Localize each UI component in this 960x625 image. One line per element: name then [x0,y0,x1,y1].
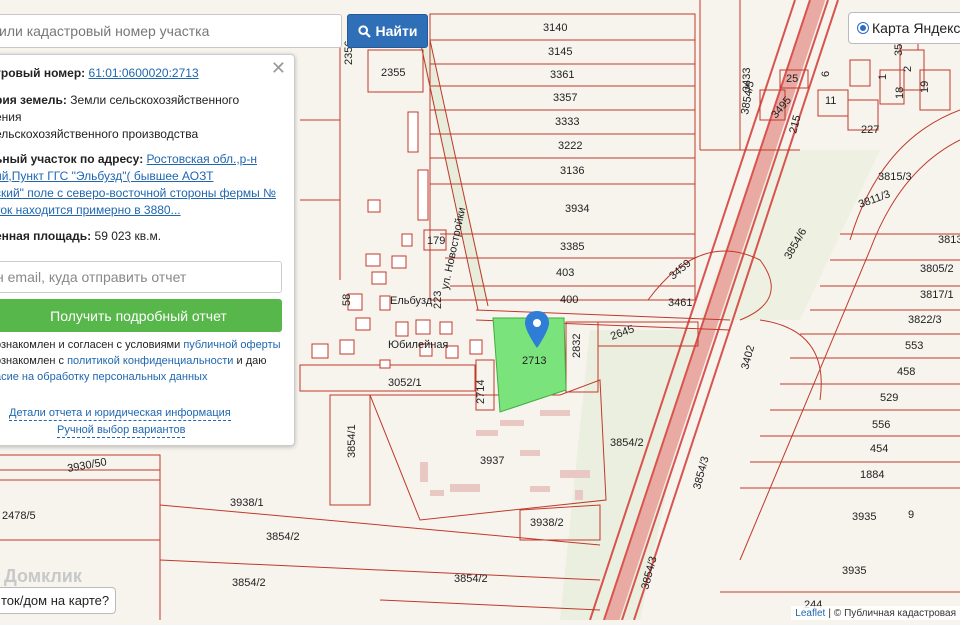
plot-number-label: 3813 [938,234,960,246]
find-button-label: Найти [375,23,418,39]
get-report-button[interactable]: Получить подробный отчет [0,299,282,332]
plot-number-label: 3935 [852,511,876,523]
plot-number-label: 3805/2 [920,263,954,275]
plot-number-label: 6 [820,71,832,77]
search-input[interactable] [0,15,341,47]
plot-number-label: 3145 [548,46,572,58]
plot-number-label: 403 [556,267,574,279]
email-input[interactable] [0,262,281,292]
plot-number-label: 3934 [565,203,589,215]
plot-number-label: 556 [872,419,890,431]
map-layer-switch[interactable]: Карта Яндекс [848,12,960,44]
attribution-text: © Публичная кадастровая [833,607,956,619]
domclick-watermark: Домклик [4,566,82,586]
plot-number-label: 3136 [560,165,584,177]
plot-number-label: 3433 [741,68,753,92]
plot-number-label: 3333 [555,116,579,128]
plot-number-label: 3052/1 [388,377,422,389]
plot-number-label: 223 [432,291,444,309]
plot-number-label: 3385 [560,241,584,253]
public-offer-link[interactable]: публичной оферты [183,339,280,351]
close-icon[interactable]: ✕ [271,59,286,77]
agreement-text-2: ознакомлен с [0,355,65,367]
selected-plot-label: 2713 [522,355,546,367]
plot-number-label: 9 [908,509,914,521]
plot-number-label: 2478/5 [2,510,36,522]
plot-number-label: 3938/2 [530,517,564,529]
plot-number-label: 58 [341,294,353,306]
address-link-1[interactable]: Ростовская обл.,р-н [147,152,257,166]
plot-number-label: 1 [877,74,889,80]
email-field[interactable] [0,261,282,293]
plot-number-label: 3854/2 [232,577,266,589]
plot-number-label: 3854/1 [346,424,358,458]
parcel-info-panel: ✕ тровый номер: 61:01:0600020:2713 рия з… [0,54,295,446]
land-category-label: рия земель: [0,93,67,107]
plot-number-label: 3937 [480,455,504,467]
plot-number-label: 3461 [668,297,692,309]
plot-number-label: 3361 [550,69,574,81]
personal-data-link[interactable]: асие на обработку персональных данных [0,369,207,385]
search-icon [357,24,371,38]
plot-number-label: 11 [825,95,836,107]
area-label: енная площадь: [0,229,92,243]
village-label: Ельбузд [390,295,433,307]
find-button[interactable]: Найти [347,14,428,48]
agreement-text-2-tail: и даю [236,355,267,367]
land-category-value-2: ения [0,110,22,124]
search-field[interactable] [0,14,342,48]
plot-number-label: 3854/2 [610,437,644,449]
plot-number-label: 18 [894,87,906,99]
plot-number-label: 1884 [860,469,884,481]
plot-number-label: 3815/3 [878,171,912,183]
cadastral-number-label: тровый номер: [0,66,86,80]
land-category-value: Земли сельскохозяйственного [70,93,240,107]
map-attribution: Leaflet | © Публичная кадастровая [791,606,960,620]
manual-choice-link[interactable]: Ручной выбор вариантов [57,424,186,438]
plot-number-label: 25 [786,73,798,85]
plot-number-label: 553 [905,340,923,352]
plot-number-label: 179 [427,235,445,247]
plot-number-label: 458 [897,366,915,378]
plot-number-label: 2 [902,66,914,72]
attribution-separator: | [828,607,831,619]
plot-number-label: 3817/1 [920,289,954,301]
privacy-policy-link[interactable]: политикой конфиденциальности [67,355,233,367]
report-details-link[interactable]: Детали отчета и юридическая информация [9,407,231,421]
plot-number-label: 2832 [571,334,583,358]
street-label-2: Юбилейная [388,339,448,351]
plot-number-label: 3140 [543,22,567,34]
area-value: 59 023 кв.м. [94,229,162,243]
find-plot-question-button[interactable]: ток/дом на карте? [0,587,116,614]
address-label: ьный участок по адресу: [0,152,144,166]
plot-number-label: 3222 [558,140,582,152]
plot-number-label: 3938/1 [230,497,264,509]
plot-number-label: 3854/2 [266,531,300,543]
plot-number-label: 3935 [842,565,866,577]
plot-number-label: 3822/3 [908,314,942,326]
plot-number-label: 2714 [475,380,487,404]
plot-number-label: 227 [861,124,879,136]
plot-number-label: 3357 [553,92,577,104]
address-link-4[interactable]: ток находится примерно в 3880... [0,202,181,220]
radio-selected-icon[interactable] [857,22,869,34]
land-category-value-3: ельскохозяйственного производства [0,127,199,141]
plot-number-label: 2355 [381,67,405,79]
plot-number-label: 454 [870,443,888,455]
agreement-text-1: ознакомлен и согласен с условиями [0,339,181,351]
plot-number-label: 19 [919,81,931,93]
plot-number-label: 400 [560,294,578,306]
map-layer-label: Карта Яндекс [872,20,960,36]
cadastral-number-link[interactable]: 61:01:0600020:2713 [89,66,199,80]
leaflet-link[interactable]: Leaflet [795,608,825,619]
address-link-3[interactable]: ский" поле с северо-восточной стороны фе… [0,185,276,203]
plot-number-label: 3854/2 [454,573,488,585]
plot-number-label: 529 [880,392,898,404]
address-link-2[interactable]: ий,Пункт ГГС "Эльбузд"( бывшее АОЗТ [0,168,213,186]
